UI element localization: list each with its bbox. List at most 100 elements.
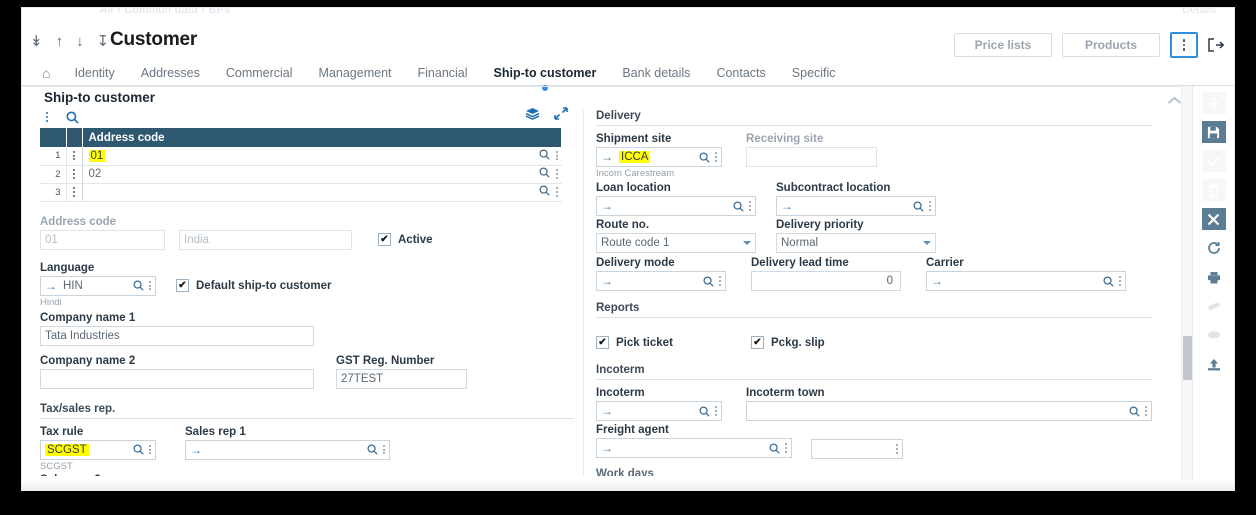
grid-options-kebab-icon[interactable]: [46, 112, 48, 122]
print-icon[interactable]: [1202, 266, 1226, 288]
loan-location-input[interactable]: →: [596, 196, 756, 216]
table-row[interactable]: 1 01: [40, 147, 562, 166]
delivery-mode-drill-arrow-icon[interactable]: →: [601, 275, 613, 287]
receiving-site-input[interactable]: [746, 147, 877, 167]
delivery-mode-input[interactable]: →: [596, 271, 726, 291]
tab-addresses[interactable]: Addresses: [141, 66, 200, 80]
delivery-mode-more-icon[interactable]: [719, 276, 721, 286]
row-menu-icon[interactable]: [66, 183, 83, 202]
delivery-lead-time-input[interactable]: 0: [751, 271, 901, 291]
shipment-site-more-icon[interactable]: [715, 152, 717, 162]
tab-commercial[interactable]: Commercial: [226, 66, 293, 80]
subcontract-location-drill-arrow-icon[interactable]: →: [781, 200, 793, 212]
products-button[interactable]: Products: [1062, 33, 1160, 57]
subcontract-location-input[interactable]: →: [776, 196, 936, 216]
row-address-code-cell[interactable]: [82, 183, 518, 202]
delete-trash-icon[interactable]: [1201, 179, 1226, 201]
row-lookup-icon[interactable]: [538, 167, 550, 181]
subcontract-location-more-icon[interactable]: [929, 201, 931, 211]
add-icon[interactable]: [1201, 92, 1226, 114]
freight-agent-lookup-icon[interactable]: [769, 442, 780, 454]
row-more-icon[interactable]: [555, 169, 558, 179]
sales-rep-1-drill-arrow-icon[interactable]: →: [190, 444, 202, 456]
carrier-lookup-icon[interactable]: [1103, 275, 1114, 287]
tab-specific[interactable]: Specific: [792, 66, 836, 80]
language-more-icon[interactable]: [149, 280, 151, 291]
language-lookup-icon[interactable]: [133, 280, 144, 291]
grid-layers-icon[interactable]: [525, 107, 540, 125]
row-menu-icon[interactable]: [66, 147, 83, 166]
carrier-input[interactable]: →: [926, 271, 1126, 291]
tax-rule-input[interactable]: SCGST: [40, 439, 156, 460]
company-name-2-input[interactable]: [40, 368, 314, 389]
freight-agent-extra-input[interactable]: [811, 439, 903, 459]
loan-location-more-icon[interactable]: [749, 201, 751, 211]
route-no-select[interactable]: Route code 1: [596, 233, 756, 253]
active-checkbox-group[interactable]: ✔ Active: [378, 233, 433, 246]
save-icon[interactable]: [1201, 121, 1226, 143]
incoterm-input[interactable]: →: [596, 401, 722, 421]
row-lookup-icon[interactable]: [538, 185, 550, 199]
price-lists-button[interactable]: Price lists: [954, 33, 1052, 57]
row-address-code-cell[interactable]: 02: [82, 165, 518, 184]
incoterm-town-input[interactable]: [746, 401, 1152, 421]
tab-ship-to-customer[interactable]: Ship-to customer: [494, 66, 596, 91]
freight-agent-more-icon[interactable]: [785, 443, 787, 453]
table-row[interactable]: 2 02: [40, 165, 562, 184]
validate-check-icon[interactable]: [1201, 150, 1226, 172]
tab-contacts[interactable]: Contacts: [716, 66, 765, 80]
freight-agent-input[interactable]: →: [596, 438, 792, 458]
language-drill-arrow-icon[interactable]: →: [45, 280, 57, 292]
tax-rule-more-icon[interactable]: [149, 444, 151, 455]
delivery-priority-select[interactable]: Normal: [776, 233, 936, 253]
sales-rep-1-lookup-icon[interactable]: [367, 444, 378, 455]
delivery-mode-lookup-icon[interactable]: [703, 275, 714, 287]
tab-bank-details[interactable]: Bank details: [622, 66, 690, 80]
close-x-icon[interactable]: [1201, 208, 1226, 230]
default-ship-to-checkbox-group[interactable]: ✔ Default ship-to customer: [176, 279, 331, 292]
language-input[interactable]: → HIN: [40, 275, 156, 296]
row-more-icon[interactable]: [555, 187, 558, 197]
first-record-arrow-icon[interactable]: ↡: [30, 34, 43, 49]
grid-header-address-code[interactable]: Address code: [82, 128, 562, 147]
breadcrumb-text[interactable]: All › Common data › BPs: [100, 8, 230, 16]
incoterm-more-icon[interactable]: [715, 406, 717, 416]
pick-ticket-checkbox[interactable]: ✔: [596, 336, 609, 349]
next-record-arrow-icon[interactable]: ↓: [76, 34, 84, 49]
grid-expand-icon[interactable]: [554, 107, 568, 125]
incoterm-drill-arrow-icon[interactable]: →: [601, 405, 613, 417]
subcontract-location-lookup-icon[interactable]: [913, 200, 924, 212]
comment-icon[interactable]: [1202, 324, 1226, 346]
chevron-down-icon[interactable]: [923, 241, 931, 245]
chevron-down-icon[interactable]: [743, 241, 751, 245]
incoterm-lookup-icon[interactable]: [699, 405, 710, 417]
pckg-slip-checkbox[interactable]: ✔: [751, 336, 764, 349]
table-row[interactable]: 3: [40, 183, 562, 202]
attachment-icon[interactable]: [1202, 295, 1226, 317]
active-checkbox[interactable]: ✔: [378, 233, 391, 246]
loan-location-lookup-icon[interactable]: [733, 200, 744, 212]
incoterm-town-lookup-icon[interactable]: [1129, 405, 1140, 417]
previous-record-arrow-icon[interactable]: ↑: [56, 34, 64, 49]
loan-location-drill-arrow-icon[interactable]: →: [601, 200, 613, 212]
freight-agent-extra-more-icon[interactable]: [896, 444, 898, 454]
tax-rule-lookup-icon[interactable]: [133, 444, 144, 455]
grid-search-icon[interactable]: [66, 111, 79, 124]
last-record-arrow-icon[interactable]: ↧: [97, 34, 110, 49]
row-menu-icon[interactable]: [66, 165, 83, 184]
address-country-input[interactable]: India: [179, 229, 352, 250]
scrollbar-thumb[interactable]: [1183, 336, 1192, 380]
exit-icon[interactable]: [1208, 38, 1224, 52]
pckg-slip-checkbox-group[interactable]: ✔ Pckg. slip: [751, 336, 825, 349]
shipment-site-input[interactable]: → ICCA: [596, 147, 722, 167]
address-code-input[interactable]: 01: [40, 229, 165, 250]
shipment-site-lookup-icon[interactable]: [699, 151, 710, 163]
shipment-site-drill-arrow-icon[interactable]: →: [601, 151, 613, 163]
chevron-up-icon[interactable]: [1167, 92, 1182, 110]
refresh-icon[interactable]: [1202, 237, 1226, 259]
row-address-code-cell[interactable]: 01: [82, 147, 518, 166]
freight-agent-drill-arrow-icon[interactable]: →: [601, 442, 613, 454]
export-upload-icon[interactable]: [1202, 353, 1226, 375]
vertical-scrollbar[interactable]: [1181, 86, 1192, 490]
sales-rep-1-more-icon[interactable]: [383, 444, 385, 455]
